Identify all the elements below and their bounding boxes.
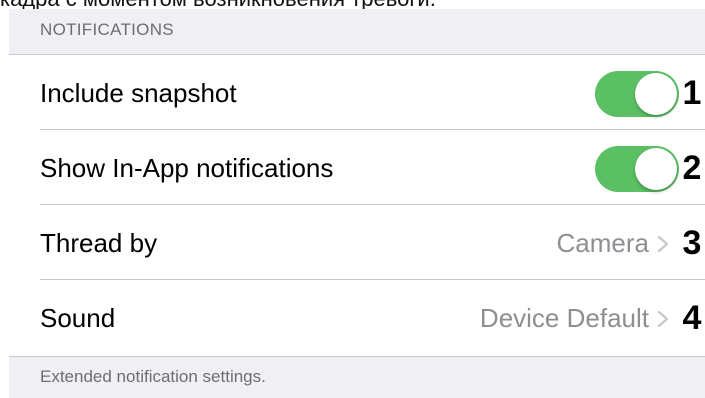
include-snapshot-toggle[interactable] — [595, 71, 679, 117]
show-in-app-notifications-label: Show In-App notifications — [40, 153, 334, 183]
sound-value: Device Default — [479, 303, 649, 333]
callout-marker-3: 3 — [682, 224, 702, 262]
section-header: NOTIFICATIONS — [9, 9, 705, 54]
chevron-right-icon — [657, 310, 669, 328]
row-sound[interactable]: Sound Device Default 4 — [9, 280, 705, 355]
thread-by-label: Thread by — [40, 228, 158, 258]
settings-screen: NOTIFICATIONS Include snapshot 1 Show In… — [9, 9, 705, 398]
row-show-in-app-notifications: Show In-App notifications 2 — [9, 130, 705, 205]
show-in-app-notifications-toggle[interactable] — [595, 146, 679, 192]
callout-marker-4: 4 — [682, 299, 702, 337]
row-include-snapshot: Include snapshot 1 — [9, 55, 705, 130]
page: кадра с моментом возникновения тревоги. … — [0, 0, 705, 398]
notifications-group: Include snapshot 1 Show In-App notificat… — [9, 54, 705, 357]
callout-marker-1: 1 — [682, 74, 702, 112]
footer-note: Extended notification settings. — [40, 367, 266, 386]
row-thread-by[interactable]: Thread by Camera 3 — [9, 205, 705, 280]
include-snapshot-label: Include snapshot — [40, 78, 237, 108]
section-header-title: NOTIFICATIONS — [40, 20, 174, 39]
toggle-knob — [635, 148, 677, 190]
callout-marker-2: 2 — [682, 149, 702, 187]
chevron-right-icon — [657, 235, 669, 253]
toggle-knob — [635, 73, 677, 115]
thread-by-value: Camera — [556, 228, 649, 258]
sound-label: Sound — [40, 303, 116, 333]
